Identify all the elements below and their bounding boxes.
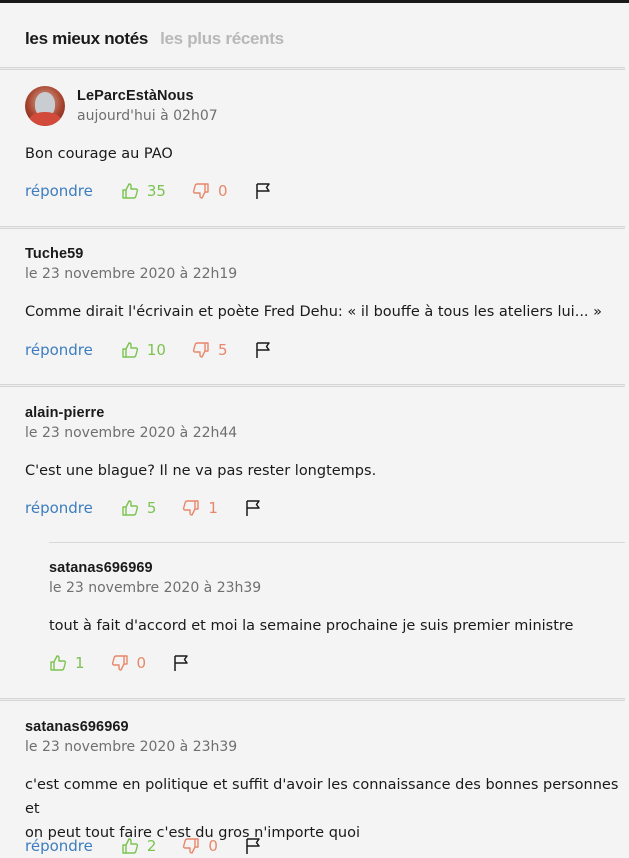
reply-button[interactable]: répondre bbox=[25, 499, 93, 517]
comment-actions: répondre 35 0 bbox=[25, 180, 272, 202]
thumbs-down-icon bbox=[111, 655, 128, 671]
avatar[interactable] bbox=[25, 86, 65, 126]
thumbs-down-icon bbox=[183, 838, 200, 854]
downvote-count: 0 bbox=[217, 182, 228, 200]
comment-date: le 23 novembre 2020 à 22h19 bbox=[25, 266, 238, 282]
comment-actions: répondre 5 1 bbox=[25, 497, 262, 519]
upvote-count: 10 bbox=[146, 341, 166, 359]
comment-date: le 23 novembre 2020 à 23h39 bbox=[49, 580, 262, 596]
tab-most-recent[interactable]: les plus récents bbox=[160, 29, 284, 49]
comment-author[interactable]: alain-pierre bbox=[25, 405, 237, 421]
divider bbox=[0, 384, 625, 387]
thumbs-up-icon bbox=[122, 342, 138, 358]
comment-text: C'est une blague? Il ne va pas rester lo… bbox=[25, 463, 377, 479]
thumbs-up-icon bbox=[122, 838, 138, 854]
comment-text-line: c'est comme en politique et suffit d'avo… bbox=[25, 777, 619, 817]
comment-date: aujourd'hui à 02h07 bbox=[77, 108, 218, 124]
reply-divider bbox=[49, 542, 625, 543]
flag-icon[interactable] bbox=[172, 654, 190, 672]
comment-actions: répondre 10 5 bbox=[25, 339, 272, 361]
upvote-button[interactable]: 2 bbox=[121, 837, 157, 855]
comment-author[interactable]: LeParcEstàNous bbox=[77, 88, 218, 104]
sort-tabs: les mieux notés les plus récents bbox=[25, 29, 284, 51]
reply-button[interactable]: répondre bbox=[25, 182, 93, 200]
downvote-count: 5 bbox=[217, 341, 228, 359]
thumbs-up-icon bbox=[122, 500, 138, 516]
downvote-button[interactable]: 5 bbox=[192, 341, 228, 359]
upvote-count: 5 bbox=[146, 499, 157, 517]
comment-author[interactable]: satanas696969 bbox=[49, 560, 261, 576]
downvote-button[interactable]: 0 bbox=[111, 654, 147, 672]
divider bbox=[0, 226, 625, 229]
downvote-button[interactable]: 0 bbox=[192, 182, 228, 200]
upvote-button[interactable]: 1 bbox=[49, 654, 85, 672]
comment-author[interactable]: Tuche59 bbox=[25, 246, 237, 262]
reply-button[interactable]: répondre bbox=[25, 837, 93, 855]
thumbs-down-icon bbox=[183, 500, 200, 516]
downvote-count: 0 bbox=[136, 654, 147, 672]
reply-button[interactable]: répondre bbox=[25, 341, 93, 359]
flag-icon[interactable] bbox=[244, 837, 262, 855]
upvote-button[interactable]: 10 bbox=[121, 341, 166, 359]
upvote-count: 2 bbox=[146, 837, 157, 855]
upvote-count: 35 bbox=[146, 182, 166, 200]
thumbs-up-icon bbox=[50, 655, 67, 671]
downvote-count: 1 bbox=[208, 499, 218, 517]
thumbs-down-icon bbox=[192, 342, 209, 358]
comment-date: le 23 novembre 2020 à 23h39 bbox=[25, 739, 238, 755]
downvote-count: 0 bbox=[208, 837, 218, 855]
top-bar bbox=[0, 0, 629, 3]
downvote-button[interactable]: 1 bbox=[182, 499, 218, 517]
tab-top-rated[interactable]: les mieux notés bbox=[25, 29, 148, 49]
comment-actions: 1 0 bbox=[49, 652, 190, 674]
divider bbox=[0, 698, 625, 701]
comment-date: le 23 novembre 2020 à 22h44 bbox=[25, 425, 238, 441]
comment-author[interactable]: satanas696969 bbox=[25, 719, 237, 735]
comment-text: Bon courage au PAO bbox=[25, 146, 173, 162]
thumbs-up-icon bbox=[122, 183, 138, 199]
flag-icon[interactable] bbox=[254, 341, 272, 359]
upvote-button[interactable]: 5 bbox=[121, 499, 157, 517]
flag-icon[interactable] bbox=[254, 182, 272, 200]
upvote-count: 1 bbox=[75, 654, 85, 672]
divider bbox=[0, 67, 625, 70]
comment-actions: répondre 2 0 bbox=[25, 835, 262, 857]
upvote-button[interactable]: 35 bbox=[121, 182, 166, 200]
comment-text: Comme dirait l'écrivain et poète Fred De… bbox=[25, 304, 603, 320]
thumbs-down-icon bbox=[192, 183, 209, 199]
comment-text: tout à fait d'accord et moi la semaine p… bbox=[49, 618, 574, 634]
downvote-button[interactable]: 0 bbox=[182, 837, 218, 855]
flag-icon[interactable] bbox=[244, 499, 262, 517]
